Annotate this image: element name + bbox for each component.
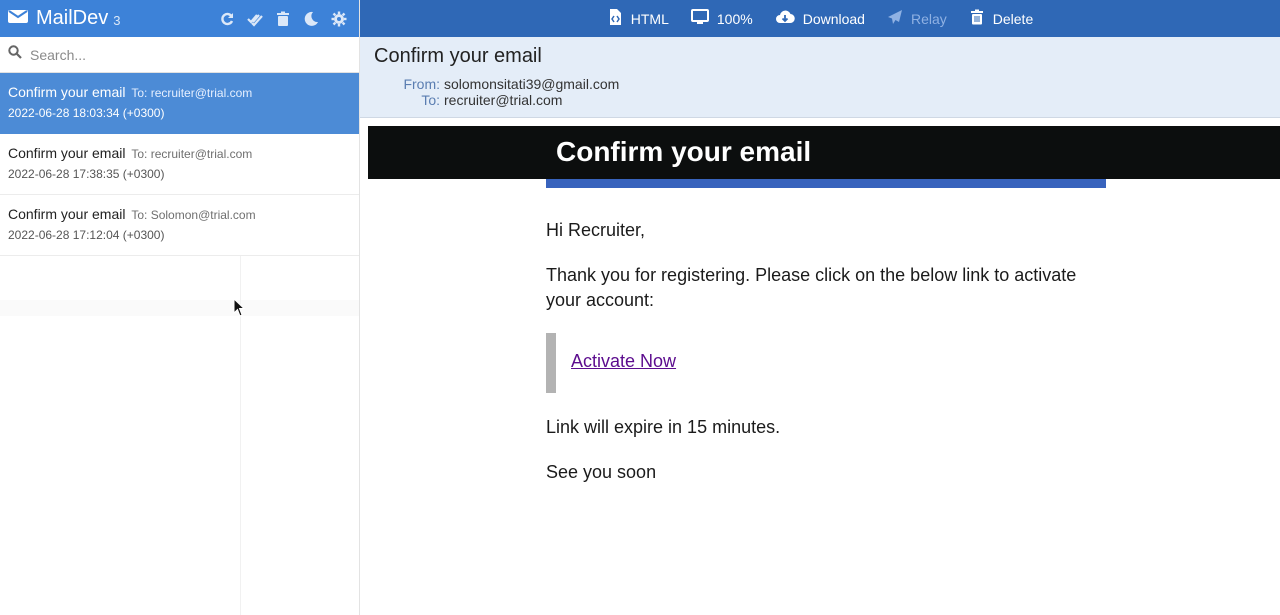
- sidebar-header: MailDev 3: [0, 0, 359, 37]
- email-preview: Confirm your email Hi Recruiter, Thank y…: [360, 118, 1280, 615]
- email-count: 3: [113, 13, 121, 28]
- email-content: Hi Recruiter, Thank you for registering.…: [546, 218, 1106, 505]
- delete-label: Delete: [992, 10, 1034, 27]
- message-meta: From: solomonsitati39@gmail.com To: recr…: [374, 76, 1266, 108]
- html-label: HTML: [630, 10, 669, 27]
- sidebar: MailDev 3 Search... Confirm your email T…: [0, 0, 360, 615]
- download-button[interactable]: Download: [775, 9, 865, 28]
- list-item-to: To: Solomon@trial.com: [131, 208, 256, 222]
- sidebar-actions: [219, 11, 351, 27]
- gear-icon[interactable]: [331, 11, 347, 27]
- from-label: From:: [403, 76, 440, 92]
- list-item-date: 2022-06-28 18:03:34 (+0300): [8, 106, 165, 120]
- list-item-to: To: recruiter@trial.com: [131, 86, 253, 100]
- delete-button[interactable]: Delete: [969, 9, 1033, 28]
- greeting: Hi Recruiter,: [546, 220, 646, 240]
- maildev-app: MailDev 3 Search... Confirm your email T…: [0, 0, 1280, 615]
- cloud-download-icon: [775, 9, 795, 28]
- relay-button[interactable]: Relay: [887, 9, 947, 28]
- list-item-subject: Confirm your email: [8, 84, 126, 100]
- zoom-label: 100%: [716, 10, 753, 27]
- monitor-icon: [690, 9, 709, 28]
- html-button[interactable]: HTML: [607, 9, 669, 28]
- quote-bar: [546, 333, 556, 393]
- brand[interactable]: MailDev 3: [8, 7, 120, 30]
- list-item-subject: Confirm your email: [8, 145, 126, 161]
- list-item[interactable]: Confirm your email To: recruiter@trial.c…: [0, 134, 359, 195]
- hover-row: [0, 300, 359, 316]
- list-item-subject: Confirm your email: [8, 206, 126, 222]
- closing-text: See you soon: [546, 462, 657, 482]
- activate-block: Activate Now: [546, 333, 1106, 393]
- moon-icon[interactable]: [303, 11, 319, 27]
- list-item-date: 2022-06-28 17:12:04 (+0300): [8, 228, 165, 242]
- zoom-button[interactable]: 100%: [690, 9, 753, 28]
- list-item[interactable]: Confirm your email To: Solomon@trial.com…: [0, 195, 359, 256]
- to-label: To:: [421, 92, 440, 108]
- search-icon: [8, 45, 22, 64]
- list-item-date: 2022-06-28 17:38:35 (+0300): [8, 167, 165, 181]
- mark-all-read-icon[interactable]: [247, 11, 263, 27]
- trash-icon[interactable]: [275, 11, 291, 27]
- from-address: solomonsitati39@gmail.com: [444, 76, 620, 92]
- mouse-cursor-icon: [233, 298, 245, 317]
- message-header: Confirm your email From: solomonsitati39…: [360, 37, 1280, 118]
- banner-title: Confirm your email: [556, 136, 812, 167]
- to-address: recruiter@trial.com: [444, 92, 563, 108]
- envelope-icon: [8, 8, 28, 29]
- search-input[interactable]: [30, 46, 330, 63]
- banner-strip: [546, 179, 1106, 188]
- message-subject: Confirm your email: [374, 45, 542, 67]
- code-file-icon: [607, 9, 623, 28]
- email-list: Confirm your email To: recruiter@trial.c…: [0, 73, 359, 256]
- expiry-text: Link will expire in 15 minutes.: [546, 417, 781, 437]
- trash-icon: [969, 9, 985, 28]
- body-paragraph: Thank you for registering. Please click …: [546, 265, 1077, 310]
- search-bar: [0, 37, 359, 73]
- paper-plane-icon: [887, 9, 903, 28]
- message-pane: HTML 100% Download Relay Delete Confirm …: [360, 0, 1280, 615]
- list-item[interactable]: Confirm your email To: recruiter@trial.c…: [0, 73, 359, 134]
- relay-label: Relay: [910, 10, 947, 27]
- app-name: MailDev: [36, 7, 109, 29]
- refresh-icon[interactable]: [219, 11, 235, 27]
- list-item-to: To: recruiter@trial.com: [131, 147, 253, 161]
- email-banner: Confirm your email: [368, 126, 1280, 179]
- download-label: Download: [802, 10, 865, 27]
- activate-link[interactable]: Activate Now: [571, 349, 676, 374]
- message-toolbar: HTML 100% Download Relay Delete: [360, 0, 1280, 37]
